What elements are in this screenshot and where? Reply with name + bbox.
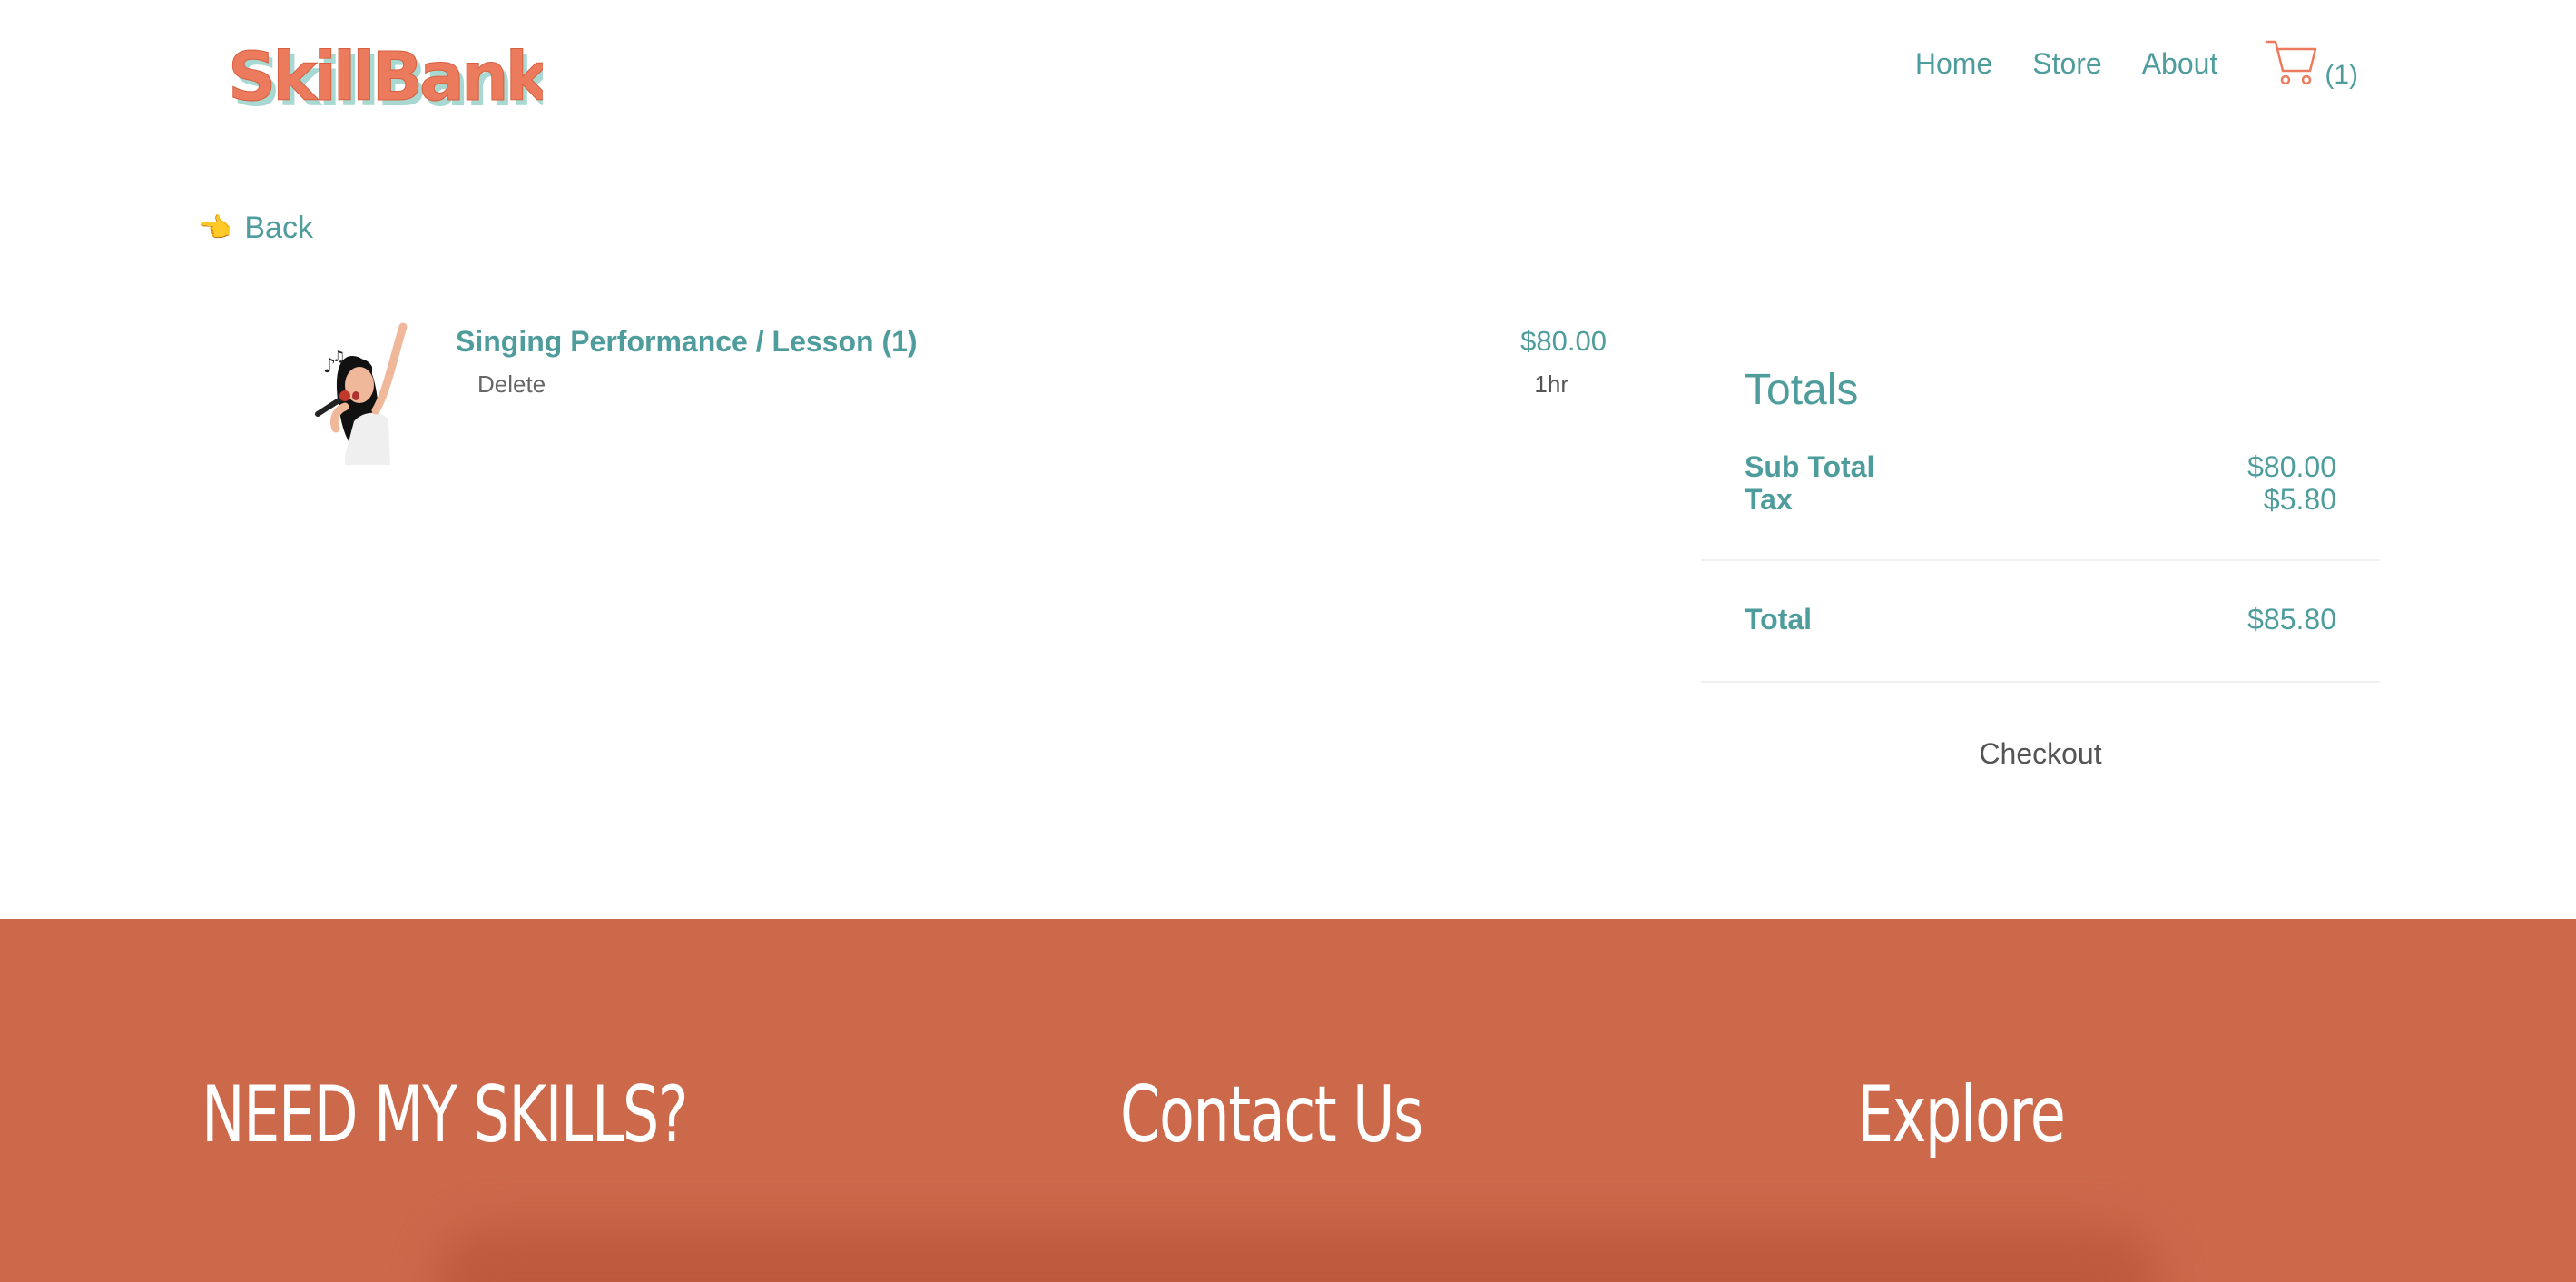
shopping-cart-icon bbox=[2266, 40, 2317, 85]
checkout-button[interactable]: Checkout bbox=[1701, 737, 2380, 771]
nav-home[interactable]: Home bbox=[1915, 47, 1992, 81]
item-price: $80.00 bbox=[1520, 325, 1607, 357]
total-value: $85.80 bbox=[2247, 603, 2336, 636]
footer-heading-explore: Explore bbox=[1857, 1070, 2066, 1160]
singer-illustration: ♪ ♫ bbox=[315, 322, 408, 465]
total-row: Total $85.80 bbox=[1745, 603, 2336, 636]
item-title[interactable]: Singing Performance / Lesson (1) bbox=[456, 325, 918, 359]
back-label: Back bbox=[244, 211, 313, 245]
totals-title: Totals bbox=[1745, 366, 1859, 414]
nav-about[interactable]: About bbox=[2142, 47, 2218, 81]
subtotal-value: $80.00 bbox=[2247, 450, 2336, 483]
main-nav: Home Store About (1) bbox=[1915, 36, 2358, 91]
subtotal-row: Sub Total $80.00 bbox=[1745, 450, 2336, 484]
back-link[interactable]: 👈 Back bbox=[198, 211, 313, 246]
footer-shadow bbox=[436, 1228, 2160, 1282]
cart-item: ♪ ♫ Singing Performance / Lesson (1) Del… bbox=[309, 320, 1607, 474]
site-footer: NEED MY SKILLS? Contact Us Explore bbox=[0, 919, 2576, 1282]
item-duration: 1hr bbox=[1534, 370, 1568, 398]
tax-value: $5.80 bbox=[2263, 483, 2336, 516]
nav-store[interactable]: Store bbox=[2032, 47, 2101, 81]
cart-link[interactable]: (1) bbox=[2265, 36, 2358, 91]
tax-label: Tax bbox=[1745, 483, 1793, 516]
site-header: SkillBank SkillBank Home Store About (1) bbox=[0, 0, 2576, 163]
svg-text:SkillBank: SkillBank bbox=[228, 38, 543, 116]
skillbank-logo[interactable]: SkillBank SkillBank bbox=[225, 35, 544, 125]
total-label: Total bbox=[1745, 603, 1813, 636]
pointing-hand-icon: 👈 bbox=[198, 212, 232, 243]
footer-heading-contact: Contact Us bbox=[1120, 1070, 1423, 1160]
divider bbox=[1701, 559, 2380, 561]
cart-count: (1) bbox=[2325, 60, 2358, 90]
footer-heading-need-skills: NEED MY SKILLS? bbox=[202, 1070, 689, 1160]
tax-row: Tax $5.80 bbox=[1745, 483, 2336, 517]
subtotal-label: Sub Total bbox=[1745, 450, 1875, 483]
divider bbox=[1701, 681, 2380, 683]
delete-button[interactable]: Delete bbox=[477, 370, 546, 399]
svg-text:♫: ♫ bbox=[332, 348, 345, 365]
